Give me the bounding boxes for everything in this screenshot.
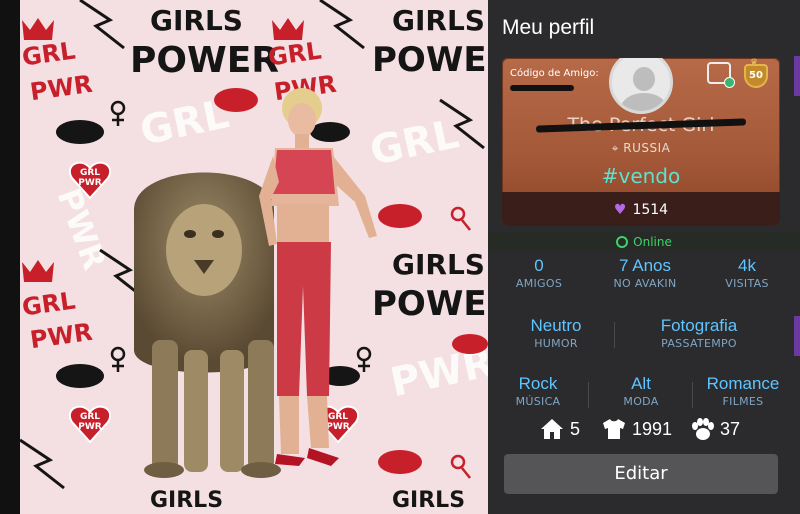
location-text: RUSSIA (623, 141, 671, 155)
paw-icon (692, 418, 714, 440)
stat-fashion: Alt MODA (598, 374, 684, 408)
avatar-shoulders (621, 93, 667, 111)
stat-value: Neutro (530, 316, 582, 335)
avatar-scene: GIRLS POWER GIRLS POWER GIRLS POWER GIRL… (0, 0, 488, 514)
likes-count[interactable]: ♥ 1514 (502, 202, 780, 218)
clock-icon (616, 236, 629, 248)
stat-label: HUMOR (534, 337, 578, 350)
friend-add-icon[interactable] (707, 62, 735, 88)
stat-value: Alt (631, 374, 651, 393)
avatar-head (633, 67, 655, 91)
outfits-count[interactable]: 1991 (602, 418, 672, 440)
stat-value: Rock (518, 374, 558, 393)
edit-button[interactable]: Editar (504, 454, 778, 494)
heart-icon: ♥ (613, 202, 627, 218)
status-text: Online (633, 235, 672, 249)
side-strip (794, 316, 800, 356)
user-avatar-character (259, 88, 377, 466)
stat-hobby: Fotografia PASSATEMPO (634, 316, 764, 350)
friend-code-label: Código de Amigo: (510, 68, 599, 79)
stat-label: FILMES (722, 395, 764, 408)
level-value: 50 (744, 64, 768, 88)
stat-value: Fotografia (660, 316, 738, 335)
divider (588, 382, 589, 408)
stat-visits: 4k VISITAS (706, 256, 788, 290)
home-icon (541, 419, 563, 439)
outfits-value: 1991 (632, 418, 673, 439)
avatar[interactable] (609, 58, 673, 114)
stat-label: PASSATEMPO (661, 337, 737, 350)
homes-value: 5 (570, 418, 581, 439)
collection-counts: 5 1991 37 (488, 418, 800, 446)
stat-value: 0 (534, 256, 544, 275)
stat-label: VISITAS (725, 277, 769, 290)
stat-label: AMIGOS (515, 277, 563, 290)
pets-value: 37 (720, 418, 741, 439)
side-strip (794, 56, 800, 96)
stat-value: 7 Anos (619, 256, 671, 275)
location-pin-icon: ⌖ (611, 141, 624, 155)
shirt-icon (603, 419, 625, 439)
redaction-mark (510, 85, 574, 91)
profile-tagline: #vendo (601, 164, 681, 188)
profile-panel: Meu perfil Código de Amigo: ♛ 50 The Per… (488, 0, 800, 514)
location: ⌖ RUSSIA (502, 141, 780, 156)
homes-count[interactable]: 5 (540, 418, 580, 440)
stat-label: MODA (623, 395, 659, 408)
stat-label: NO AVAKIN (613, 277, 677, 290)
online-status: Online (488, 232, 800, 252)
divider (614, 322, 615, 348)
stat-value: Romance (706, 374, 780, 393)
divider (692, 382, 693, 408)
likes-value: 1514 (632, 202, 669, 218)
check-badge-icon (724, 77, 735, 88)
stat-friends[interactable]: 0 AMIGOS (496, 256, 582, 290)
stat-time-on-avakin: 7 Anos NO AVAKIN (592, 256, 698, 290)
stat-mood: Neutro HUMOR (508, 316, 604, 350)
stat-value: 4k (738, 256, 756, 275)
pets-count[interactable]: 37 (690, 418, 740, 440)
profile-card: Código de Amigo: ♛ 50 The Perfect Girl ⌖… (502, 58, 780, 226)
stat-movies: Romance FILMES (694, 374, 792, 408)
level-badge-icon[interactable]: ♛ 50 (744, 58, 768, 88)
stat-music: Rock MÚSICA (496, 374, 580, 408)
page-title: Meu perfil (502, 16, 595, 39)
stat-label: MÚSICA (515, 395, 561, 408)
